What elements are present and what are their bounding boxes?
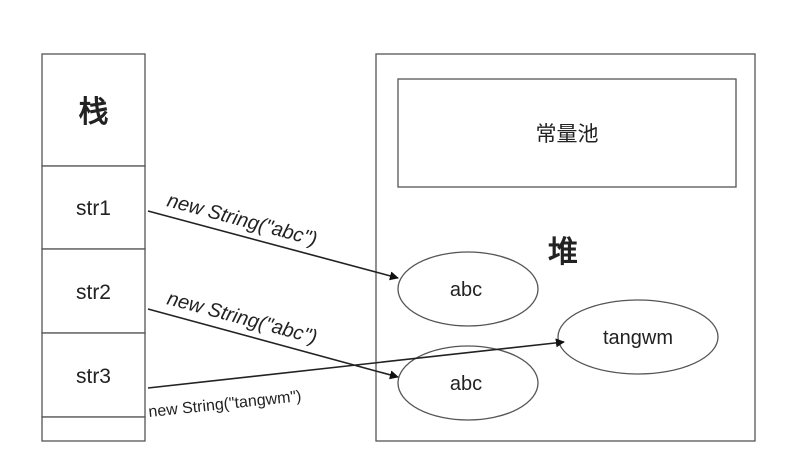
edge-label-str3: new String("tangwm") — [148, 388, 303, 421]
heap-object-abc-2-label: abc — [450, 373, 482, 395]
stack-column: 栈 str1 str2 str3 — [41, 53, 146, 442]
edge-label-str2: new String("abc") — [165, 288, 320, 349]
memory-diagram: 栈 str1 str2 str3 常量池 堆 abc abc tangwm ne… — [41, 53, 756, 442]
edge-label-str1: new String("abc") — [165, 190, 320, 251]
stack-empty-cell — [41, 416, 146, 442]
heap-region: 常量池 堆 abc abc tangwm — [375, 53, 756, 442]
heap-title: 堆 — [548, 236, 578, 269]
heap-object-abc-1-label: abc — [450, 279, 482, 301]
stack-title: 栈 — [79, 96, 109, 129]
stack-cell-str1-label: str1 — [76, 197, 111, 220]
heap-object-tangwm-label: tangwm — [603, 327, 673, 349]
stack-cell-str3-label: str3 — [76, 365, 111, 388]
stack-cell-str2-label: str2 — [76, 281, 111, 304]
constant-pool-label: 常量池 — [536, 123, 599, 146]
edge-labels: new String("abc") new String("abc") new … — [148, 190, 320, 421]
